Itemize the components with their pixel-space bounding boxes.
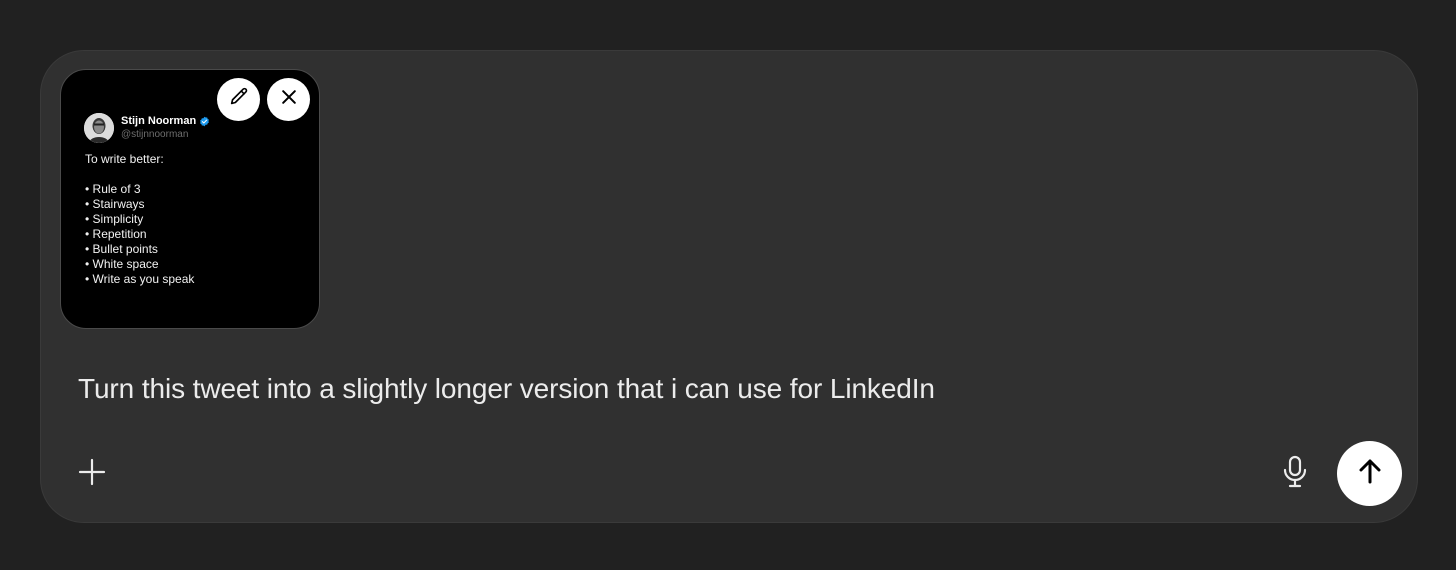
edit-attachment-button[interactable]: [217, 78, 260, 121]
prompt-input[interactable]: Turn this tweet into a slightly longer v…: [78, 373, 935, 405]
list-item: Simplicity: [85, 212, 194, 227]
tweet-body: To write better: Rule of 3 Stairways Sim…: [85, 152, 194, 287]
arrow-up-icon: [1355, 456, 1385, 491]
verified-badge-icon: [199, 116, 210, 127]
list-item: Stairways: [85, 197, 194, 212]
add-attachment-button[interactable]: [75, 457, 109, 491]
prompt-composer[interactable]: Stijn Noorman @stijnnoorman To write bet…: [40, 50, 1418, 523]
tweet-author-name: Stijn Noorman: [121, 115, 197, 127]
remove-attachment-button[interactable]: [267, 78, 310, 121]
send-button[interactable]: [1337, 441, 1402, 506]
list-item: Bullet points: [85, 242, 194, 257]
close-icon: [279, 87, 299, 112]
tweet-bullet-list: Rule of 3 Stairways Simplicity Repetitio…: [85, 182, 195, 287]
tweet-header: Stijn Noorman @stijnnoorman: [84, 113, 210, 143]
plus-icon: [77, 457, 107, 492]
list-item: Repetition: [85, 227, 194, 242]
avatar: [84, 113, 114, 143]
list-item: Rule of 3: [85, 182, 194, 197]
tweet-image-attachment[interactable]: Stijn Noorman @stijnnoorman To write bet…: [60, 69, 320, 329]
microphone-icon: [1282, 455, 1308, 494]
pencil-icon: [228, 86, 250, 113]
tweet-handle: @stijnnoorman: [121, 129, 189, 140]
list-item: White space: [85, 257, 194, 272]
list-item: Write as you speak: [85, 272, 195, 287]
tweet-intro: To write better:: [85, 152, 164, 166]
voice-input-button[interactable]: [1277, 455, 1313, 493]
